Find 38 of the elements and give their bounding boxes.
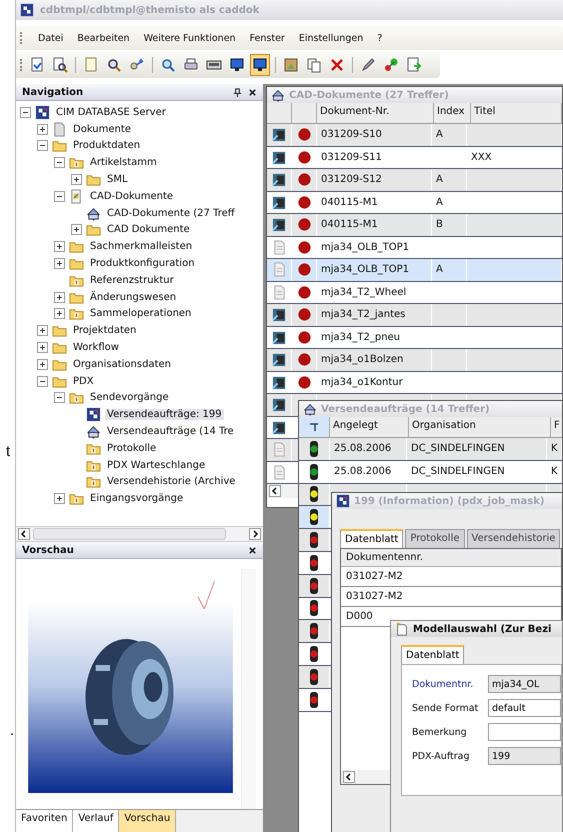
stray-text: t <box>6 443 12 460</box>
table-cell: 25.08.2006 <box>334 466 392 478</box>
field-label: Sende Format <box>412 702 480 714</box>
stray-text: . <box>10 722 15 739</box>
table-cell: mja34_T2_jantes <box>321 309 406 320</box>
table-cell: 25.08.2006 <box>334 443 392 454</box>
table-cell: K <box>551 443 558 454</box>
table-cell: 040115-M1 <box>321 196 378 208</box>
window-title: Versendeaufträge (14 Treffer) <box>321 404 490 414</box>
table-cell: 031209-S10 <box>321 129 382 140</box>
table-cell: K <box>551 466 558 478</box>
table-cell: mja34_OLB_TOP1 <box>321 264 410 276</box>
field-label: Dokumentnr. <box>412 678 474 690</box>
table-cell: 031027-M2 <box>341 587 561 607</box>
table-cell: A <box>436 174 443 186</box>
table-cell: 031027-M2 <box>341 567 561 587</box>
table-cell: 031209-S11 <box>321 152 382 163</box>
table-cell: 040115-M1 <box>321 219 378 230</box>
table-cell: 031209-S12 <box>321 174 382 186</box>
table-cell: mja34_o1Bolzen <box>321 354 404 366</box>
window-title: 199 (Information) (pdx_job_mask) <box>354 496 544 506</box>
table-cell: A <box>436 264 443 276</box>
table-cell: mja34_T2_Wheel <box>321 286 406 298</box>
window-title: cdbtmpl/cdbtmpl@themisto als caddok <box>40 4 260 16</box>
panel-title: Vorschau <box>22 544 75 556</box>
window-title: CAD-Dokumente (27 Treffer) <box>289 90 449 100</box>
table-cell: DC_SINDELFINGEN <box>411 443 505 454</box>
table-cell: B <box>436 219 443 230</box>
table-cell: mja34_o1Kontur <box>321 376 403 388</box>
table-cell: A <box>436 129 443 140</box>
table-cell: DC_SINDELFINGEN <box>411 466 505 478</box>
table-cell: A <box>436 196 443 208</box>
field-label: Bemerkung <box>412 726 468 738</box>
table-cell: mja34_T2_pneu <box>321 332 400 343</box>
field-label: PDX-Auftrag <box>412 750 470 762</box>
panel-title: Navigation <box>22 86 84 98</box>
table-cell: XXX <box>471 152 492 163</box>
table-cell: mja34_OLB_TOP1 <box>321 242 410 253</box>
